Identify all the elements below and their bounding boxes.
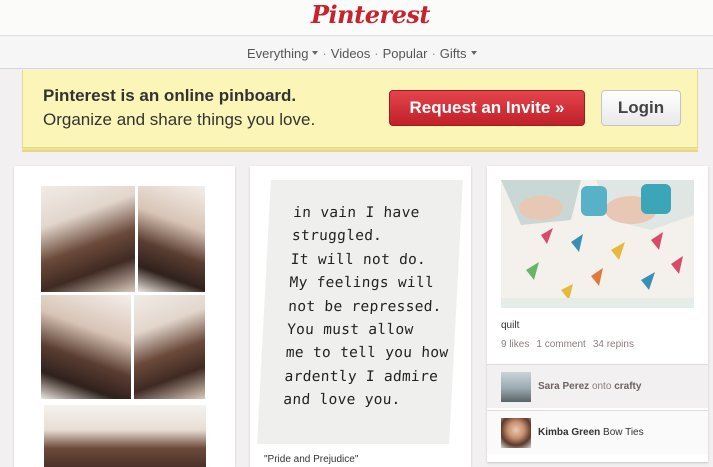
quote-image[interactable]: in vain I have struggled. It will not do…: [257, 180, 463, 444]
quote-line: struggled.: [291, 228, 383, 245]
nav-item-label: Everything: [247, 46, 309, 61]
pin-caption: "Pride and Prejudice": [264, 454, 359, 465]
quote-line: My feelings will: [289, 275, 435, 292]
activity-connector: onto: [591, 381, 612, 392]
board-name[interactable]: crafty: [614, 381, 641, 392]
pin-title: quilt: [501, 320, 520, 331]
pin-card[interactable]: quilt 9 likes 1 comment 34 repins Sara Per…: [487, 166, 708, 462]
avatar[interactable]: [501, 418, 531, 448]
board-name[interactable]: Bow Ties: [603, 427, 644, 438]
pin-image[interactable]: [41, 295, 131, 399]
banner-subtitle: Organize and share things you love.: [43, 110, 316, 129]
banner-title: Pinterest is an online pinboard.: [43, 86, 297, 105]
activity-text: Sara Perez onto crafty: [538, 381, 641, 392]
repins-count[interactable]: 34 repins: [593, 339, 634, 350]
avatar[interactable]: [501, 372, 531, 402]
quote-line: You must allow: [286, 322, 414, 339]
pinterest-logo[interactable]: Pinterest: [311, 0, 430, 29]
nav-separator: ·: [431, 46, 436, 61]
nav-item-popular[interactable]: Popular: [383, 46, 428, 61]
category-nav: Everything · Videos · Popular · Gifts: [0, 37, 713, 69]
pin-card[interactable]: in vain I have struggled. It will not do…: [250, 166, 471, 467]
nav-item-videos[interactable]: Videos: [331, 46, 371, 61]
pin-stats: 9 likes 1 comment 34 repins: [501, 339, 641, 350]
top-header: Pinterest: [0, 0, 713, 36]
nav-separator: ·: [322, 46, 327, 61]
nav-separator: ·: [374, 46, 379, 61]
pin-image[interactable]: [41, 186, 135, 292]
login-button[interactable]: Login: [601, 90, 681, 126]
invite-banner: Pinterest is an online pinboard. Organiz…: [22, 70, 698, 148]
quote-line: me to tell you how: [285, 345, 449, 362]
pin-card[interactable]: [14, 166, 235, 467]
activity-text: Kimba Green Bow Ties: [538, 427, 644, 438]
pin-image[interactable]: [134, 295, 205, 399]
request-invite-button[interactable]: Request an Invite »: [389, 90, 585, 126]
repin-activity: Sara Perez onto crafty: [487, 364, 708, 408]
quote-line: and love you.: [282, 392, 402, 409]
repin-activity: Kimba Green Bow Ties: [487, 410, 708, 454]
nav-links: Everything · Videos · Popular · Gifts: [247, 46, 477, 61]
pin-image[interactable]: [501, 180, 694, 308]
quilt-photo: [501, 180, 694, 308]
quote-line: not be repressed.: [287, 298, 443, 315]
quote-line: in vain I have: [292, 205, 421, 221]
quote-line: It will not do.: [290, 251, 427, 268]
likes-count[interactable]: 9 likes: [501, 339, 529, 350]
nav-item-everything[interactable]: Everything: [247, 46, 319, 61]
quote-line: ardently I admire: [284, 368, 439, 385]
comments-count[interactable]: 1 comment: [536, 339, 585, 350]
nav-item-gifts[interactable]: Gifts: [440, 46, 477, 61]
chevron-down-icon: [312, 51, 319, 56]
user-name[interactable]: Sara Perez: [538, 381, 589, 392]
pin-image[interactable]: [44, 405, 206, 467]
chevron-down-icon: [470, 51, 477, 56]
nav-item-label: Gifts: [439, 46, 467, 61]
user-name[interactable]: Kimba Green: [538, 427, 600, 438]
pin-image[interactable]: [138, 186, 205, 292]
